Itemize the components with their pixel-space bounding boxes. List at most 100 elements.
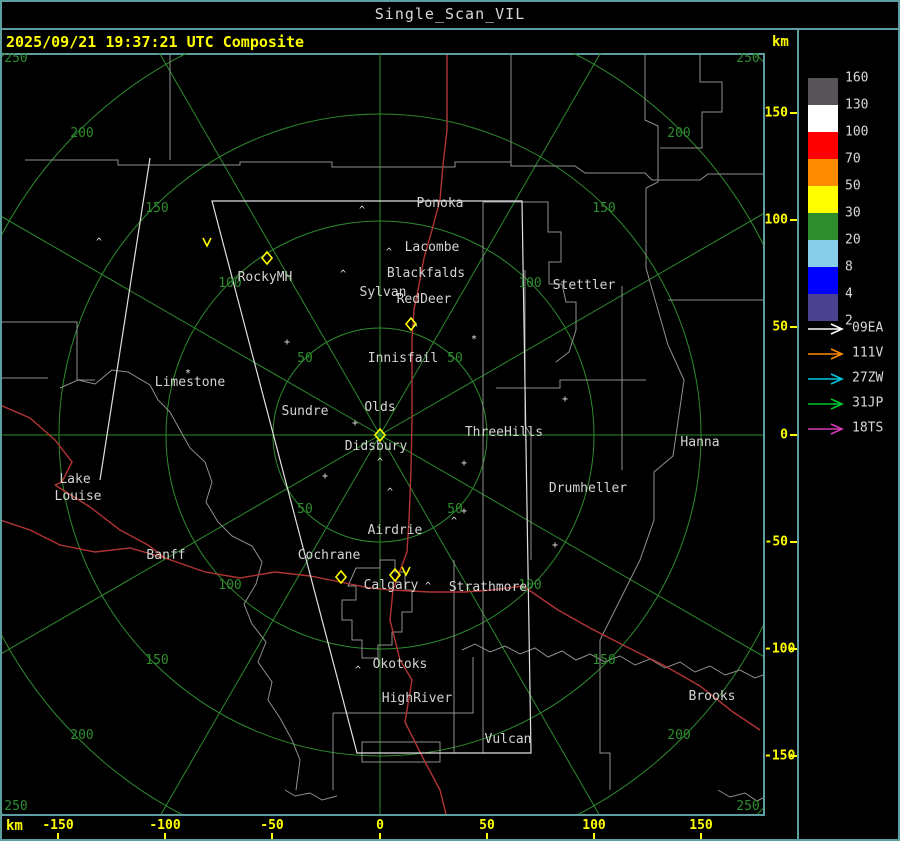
- city-label-innisfail: Innisfail: [368, 351, 438, 366]
- arrow-icon: [808, 398, 844, 410]
- scale-value-label: 130: [845, 97, 869, 113]
- ring-label: 200: [70, 126, 93, 141]
- town-marker: +: [352, 418, 358, 429]
- right-axis: 150 100 50 0 -50 -100 -150: [764, 0, 798, 841]
- right-tick-label: 0: [780, 427, 788, 443]
- right-tick-mark: [790, 648, 797, 650]
- scale-value-label: 8: [845, 259, 853, 275]
- city-label-rockymh: RockyMH: [238, 270, 293, 285]
- scale-swatch: [808, 240, 838, 267]
- town-markers: ^^^^^**+^++^++^+^+^: [96, 205, 568, 676]
- city-label-blackfalds: Blackfalds: [387, 266, 465, 281]
- bottom-tick-mark: [164, 833, 166, 839]
- city-label-okotoks: Okotoks: [373, 657, 428, 672]
- right-tick-mark: [790, 326, 797, 328]
- ring-label: 100: [218, 578, 241, 593]
- town-marker: ^: [355, 665, 361, 676]
- right-tick-label: -150: [764, 748, 796, 764]
- city-label-didsbury: Didsbury: [345, 439, 408, 454]
- town-marker: *: [185, 368, 191, 379]
- right-tick-mark: [790, 219, 797, 221]
- track-arrow-icon: [806, 371, 848, 385]
- town-marker: ^: [451, 516, 457, 527]
- bottom-tick-label: 150: [689, 818, 713, 833]
- scale-swatch: [808, 267, 838, 294]
- track-id-label: 18TS: [852, 420, 884, 436]
- bottom-tick-label: -100: [149, 818, 181, 833]
- town-marker: +: [552, 540, 558, 551]
- right-tick-label: -50: [764, 534, 788, 550]
- scale-swatch: [808, 132, 838, 159]
- arrow-icon: [808, 373, 844, 385]
- town-marker: ^: [425, 581, 431, 592]
- city-label-drumheller: Drumheller: [549, 481, 627, 496]
- track-arrow-icon: [806, 421, 848, 435]
- bottom-axis: -150 -100 -50 0 50 100 150: [0, 816, 797, 839]
- scale-value-label: 50: [845, 178, 861, 194]
- town-marker: *: [471, 334, 477, 345]
- ring-label: 50: [297, 502, 313, 517]
- town-marker: +: [562, 394, 568, 405]
- bottom-tick-mark: [593, 833, 595, 839]
- radial-120deg: [160, 434, 381, 814]
- city-label-lake: Lake: [59, 472, 90, 487]
- bottom-tick-label: 50: [479, 818, 495, 833]
- town-marker: ^: [359, 205, 365, 216]
- town-marker: ^: [386, 247, 392, 258]
- arrow-icon: [808, 323, 844, 335]
- city-label-cochrane: Cochrane: [298, 548, 361, 563]
- city-label-brooks: Brooks: [689, 689, 736, 704]
- track-arrow-icon: [806, 321, 848, 335]
- ring-label: 150: [592, 201, 615, 216]
- ring-label: 250: [736, 799, 759, 814]
- city-label-airdrie: Airdrie: [368, 523, 423, 538]
- bottom-tick-mark: [486, 833, 488, 839]
- scale-swatch: [808, 294, 838, 321]
- bottom-tick-label: -150: [42, 818, 74, 833]
- ring-label: 150: [592, 653, 615, 668]
- city-label-stettler: Stettler: [553, 278, 616, 293]
- city-label-sundre: Sundre: [282, 404, 329, 419]
- right-tick-label: -100: [764, 641, 796, 657]
- right-tick-mark: [790, 755, 797, 757]
- track-arrow-icon: [806, 396, 848, 410]
- right-tick-mark: [790, 434, 797, 436]
- track-id-label: 111V: [852, 345, 884, 361]
- radial-60deg: [379, 434, 600, 814]
- ring-label: 50: [447, 351, 463, 366]
- scale-value-label: 100: [845, 124, 869, 140]
- county-boundaries: [2, 55, 763, 802]
- right-tick-mark: [790, 112, 797, 114]
- track-id-label: 27ZW: [852, 370, 884, 386]
- right-tick-label: 50: [772, 319, 788, 335]
- arrow-icon: [808, 348, 844, 360]
- city-label-strathmore: Strathmore: [449, 580, 527, 595]
- city-label-highriver: HighRiver: [382, 691, 453, 706]
- ring-label: 250: [4, 53, 27, 66]
- bottom-tick-label: 0: [376, 818, 384, 833]
- town-marker: ^: [340, 269, 346, 280]
- town-marker: +: [461, 458, 467, 469]
- ring-label: 100: [518, 276, 541, 291]
- ring-label: 150: [145, 201, 168, 216]
- scale-value-label: 70: [845, 151, 861, 167]
- town-marker: +: [461, 506, 467, 517]
- town-marker: +: [284, 337, 290, 348]
- track-id-label: 09EA: [852, 320, 884, 336]
- ring-label: 200: [667, 126, 690, 141]
- radar-map[interactable]: 50 5050 50100 100100 100150 150150 150200 20020…: [2, 53, 763, 814]
- town-marker: ^: [377, 457, 383, 468]
- storm-arrow-icon: [202, 237, 212, 248]
- scale-swatch: [808, 213, 838, 240]
- right-tick-label: 100: [764, 212, 788, 228]
- city-label-hanna: Hanna: [680, 435, 719, 450]
- ring-label: 250: [736, 53, 759, 66]
- scale-value-label: 20: [845, 232, 861, 248]
- ring-label: 150: [145, 653, 168, 668]
- town-marker: +: [322, 471, 328, 482]
- scale-value-label: 4: [845, 286, 853, 302]
- city-label-reddeer: RedDeer: [397, 292, 452, 307]
- bottom-axis-unit-label: km: [6, 818, 23, 834]
- bottom-tick-label: 100: [582, 818, 606, 833]
- ring-label: 200: [667, 728, 690, 743]
